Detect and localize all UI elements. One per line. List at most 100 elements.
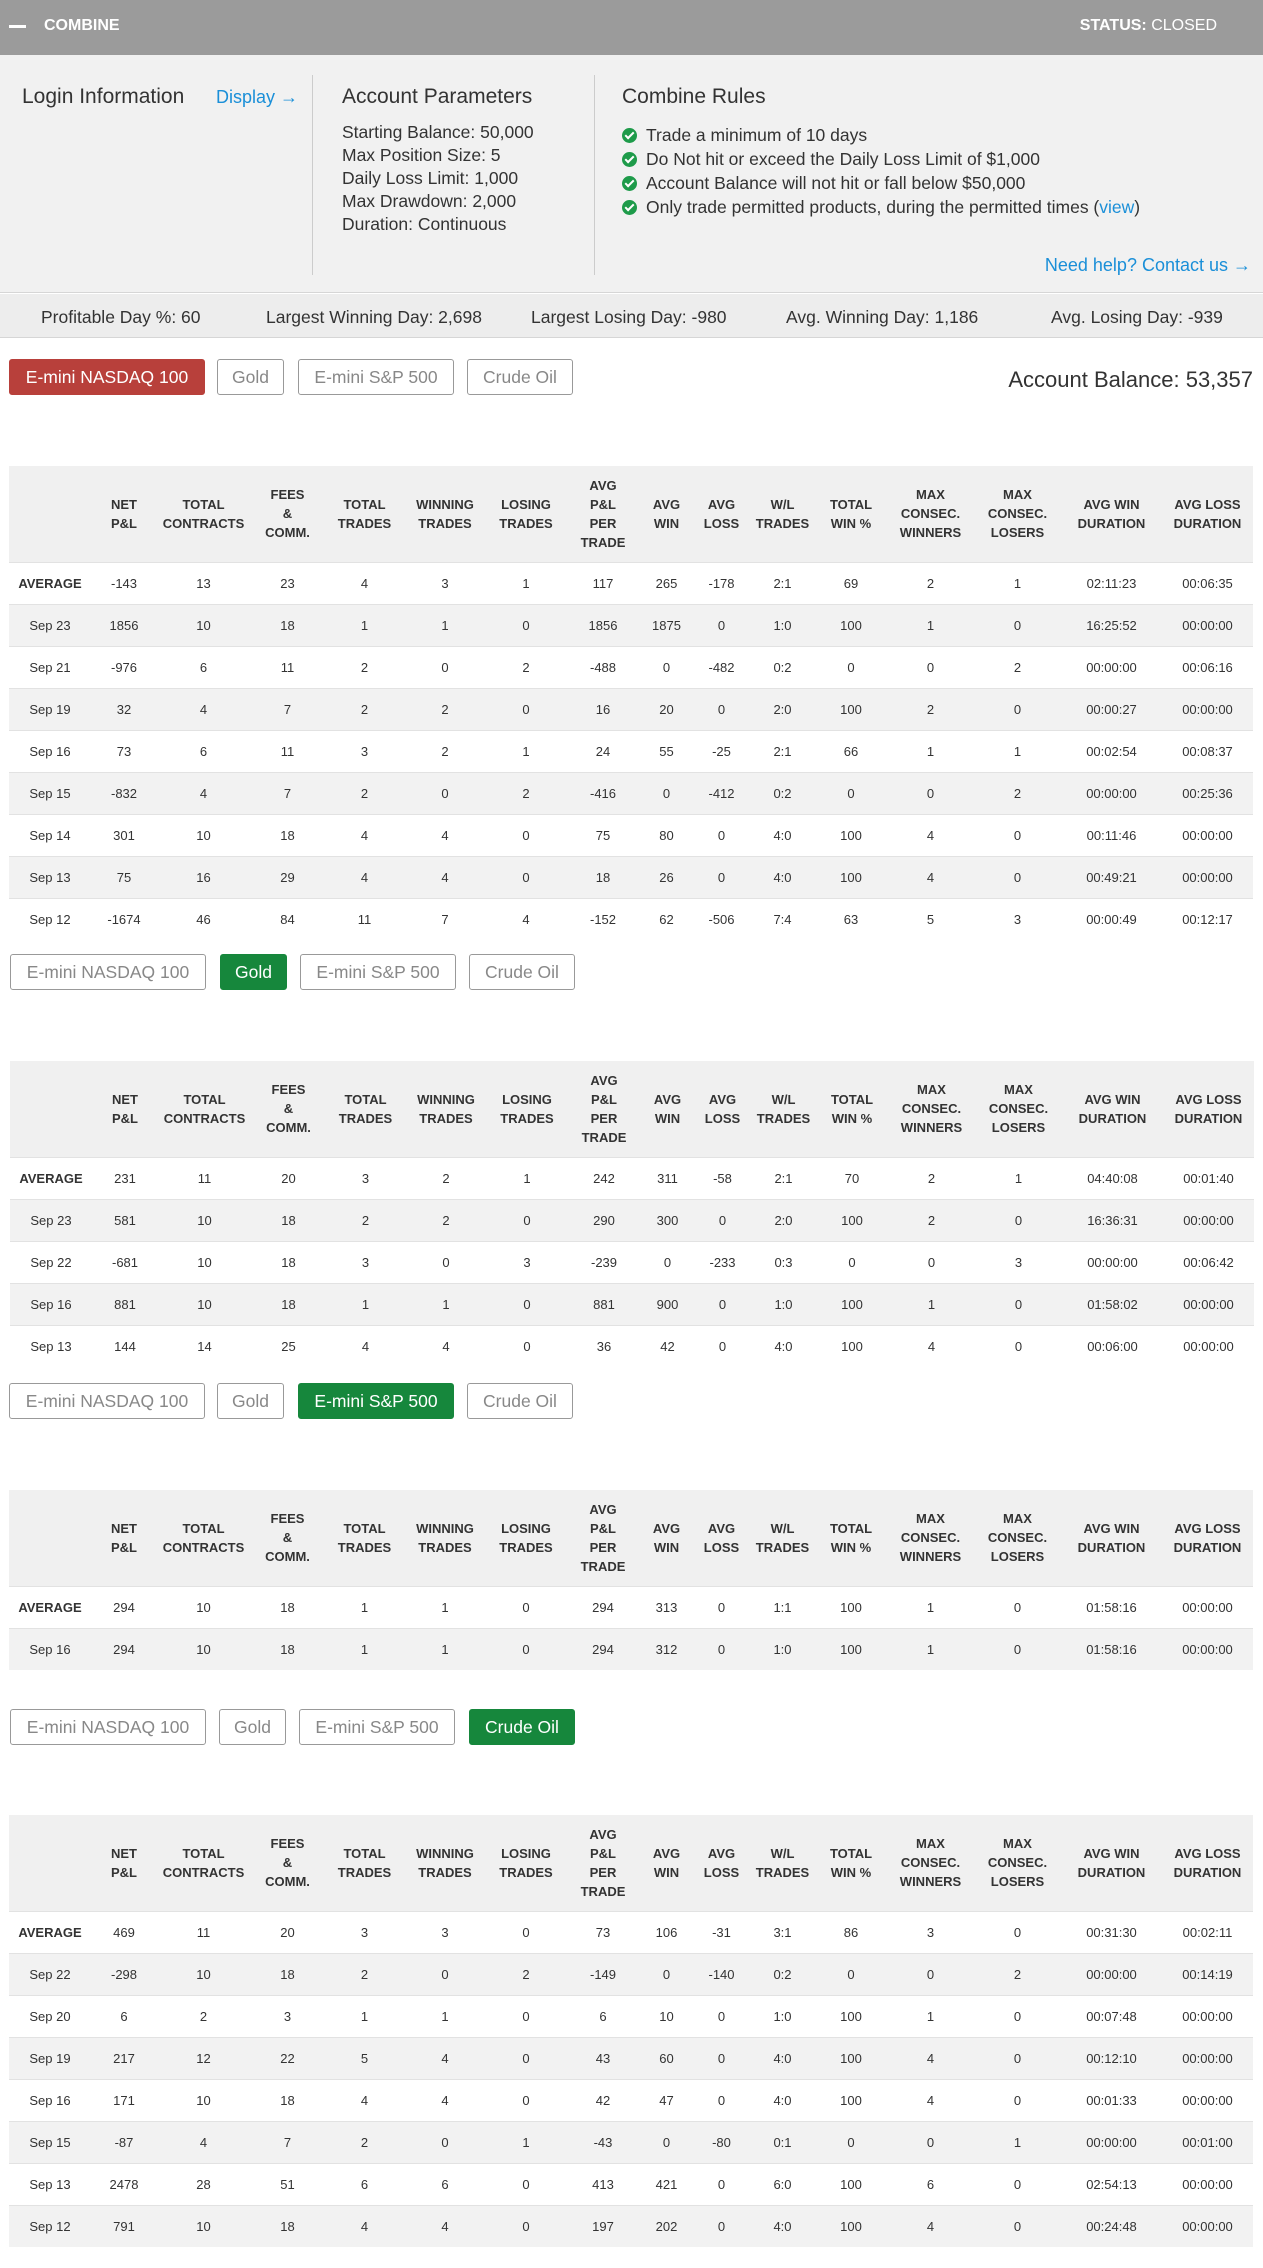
- tab-nasdaq[interactable]: E-mini NASDAQ 100: [9, 1383, 205, 1419]
- cell-total-trades: 6: [325, 2162, 404, 2205]
- cell-fees-comm: 7: [250, 771, 325, 814]
- cell-avg-pnl-per-trade: 18: [566, 855, 640, 898]
- tab-gold[interactable]: Gold: [217, 1383, 284, 1419]
- tab-nasdaq[interactable]: E-mini NASDAQ 100: [10, 954, 206, 990]
- cell-total-contracts: 11: [157, 1910, 250, 1953]
- tab-gold[interactable]: Gold: [220, 954, 287, 990]
- tab-crude-oil[interactable]: Crude Oil: [469, 954, 575, 990]
- cell-total-contracts: 10: [158, 1282, 251, 1325]
- cell-winning-trades: 2: [404, 729, 486, 772]
- cell-total-trades: 1: [325, 603, 404, 646]
- cell-max-consec-winners: 1: [887, 1627, 974, 1670]
- rule-text: Trade a minimum of 10 days: [646, 125, 868, 145]
- cell-winning-trades: 4: [404, 813, 486, 856]
- cell-avg-loss-duration: 00:00:00: [1162, 813, 1253, 856]
- column-header-total-trades: TOTAL TRADES: [325, 1815, 404, 1911]
- param-max-position: Max Position Size: 5: [342, 145, 501, 165]
- cell-losing-trades: 0: [486, 2078, 566, 2121]
- cell-fees-comm: 11: [250, 729, 325, 772]
- column-header-avg-loss-duration: AVG LOSS DURATION: [1162, 1815, 1253, 1911]
- cell-avg-win-duration: 00:00:00: [1061, 771, 1162, 814]
- cell-avg-pnl-per-trade: -149: [566, 1952, 640, 1995]
- cell-net-pnl: -681: [92, 1240, 158, 1283]
- cell-total-win-pct: 100: [815, 1627, 887, 1670]
- cell-max-consec-losers: 0: [975, 1198, 1062, 1241]
- cell-avg-loss-duration: 00:01:00: [1162, 2120, 1253, 2163]
- cell-net-pnl: -832: [91, 771, 157, 814]
- cell-avg-pnl-per-trade: 16: [566, 687, 640, 730]
- rule-item: Trade a minimum of 10 days: [622, 123, 1140, 147]
- tab-crude-oil[interactable]: Crude Oil: [467, 1383, 573, 1419]
- tab-crude-oil[interactable]: Crude Oil: [467, 359, 573, 395]
- cell-max-consec-losers: 0: [974, 813, 1061, 856]
- cell-total-win-pct: 100: [816, 1198, 888, 1241]
- cell-avg-loss: 0: [693, 2204, 750, 2247]
- table-row: Sep 20 6 2 3 1 1 0 6 10 0 1:0 100 1 0 00:07:48 00:00:00: [9, 1994, 1253, 2037]
- tab-sp500[interactable]: E-mini S&P 500: [298, 1383, 454, 1419]
- cell-avg-pnl-per-trade: -152: [566, 897, 640, 940]
- rule-text-end: ): [1134, 197, 1141, 217]
- cell-avg-win-duration: 00:00:49: [1061, 897, 1162, 940]
- cell-wl-trades: 4:0: [750, 2078, 815, 2121]
- cell-avg-win-duration: 01:58:02: [1062, 1282, 1163, 1325]
- column-header-winning-trades: WINNING TRADES: [404, 1815, 486, 1911]
- cell-total-contracts: 46: [157, 897, 250, 940]
- tab-crude-oil[interactable]: Crude Oil: [469, 1709, 575, 1745]
- cell-total-trades: 2: [325, 1952, 404, 1995]
- column-header-fees-comm: FEES & COMM.: [251, 1061, 326, 1157]
- cell-total-win-pct: 70: [816, 1156, 888, 1199]
- cell-avg-loss-duration: 00:00:00: [1162, 855, 1253, 898]
- cell-avg-pnl-per-trade: 117: [566, 561, 640, 604]
- cell-net-pnl: 791: [91, 2204, 157, 2247]
- tab-sp500[interactable]: E-mini S&P 500: [300, 954, 456, 990]
- column-header-avg-pnl-per-trade: AVG P&L PER TRADE: [566, 1490, 640, 1586]
- cell-total-win-pct: 100: [815, 813, 887, 856]
- tab-nasdaq[interactable]: E-mini NASDAQ 100: [9, 359, 205, 395]
- stats-table-gold: NET P&L TOTAL CONTRACTS FEES & COMM. TOTAL TRADE…: [10, 1061, 1254, 1367]
- cell-avg-pnl-per-trade: 6: [566, 1994, 640, 2037]
- cell-total-win-pct: 100: [815, 2078, 887, 2121]
- display-link[interactable]: Display →: [216, 87, 298, 108]
- cell-total-contracts: 10: [157, 603, 250, 646]
- cell-avg-win: 900: [641, 1282, 694, 1325]
- tab-sp500[interactable]: E-mini S&P 500: [299, 1709, 455, 1745]
- table-row: Sep 21 -976 6 11 2 0 2 -488 0 -482 0:2 0 0 2 00:00:00 0…: [9, 645, 1253, 688]
- table-row: Sep 22 -298 10 18 2 0 2 -149 0 -140 0:2 0 0 2 00:00:00…: [9, 1952, 1253, 1995]
- cell-avg-loss-duration: 00:25:36: [1162, 771, 1253, 814]
- cell-total-win-pct: 100: [815, 2162, 887, 2205]
- cell-avg-win-duration: 00:01:33: [1061, 2078, 1162, 2121]
- tab-gold[interactable]: Gold: [219, 1709, 286, 1745]
- cell-total-contracts: 10: [157, 2204, 250, 2247]
- cell-avg-loss-duration: 00:00:00: [1163, 1198, 1254, 1241]
- cell-losing-trades: 2: [486, 645, 566, 688]
- cell-wl-trades: 4:0: [750, 855, 815, 898]
- cell-avg-win: 311: [641, 1156, 694, 1199]
- tab-gold[interactable]: Gold: [217, 359, 284, 395]
- view-link[interactable]: view: [1099, 195, 1134, 219]
- product-tabs: E-mini NASDAQ 100 Gold E-mini S&P 500 Cr…: [0, 359, 700, 395]
- cell-losing-trades: 0: [486, 813, 566, 856]
- collapse-icon[interactable]: [9, 25, 26, 28]
- rule-item: Account Balance will not hit or fall bel…: [622, 171, 1140, 195]
- cell-winning-trades: 2: [404, 687, 486, 730]
- cell-avg-loss-duration: 00:00:00: [1162, 1994, 1253, 2037]
- cell-max-consec-losers: 0: [974, 687, 1061, 730]
- cell-losing-trades: 0: [486, 855, 566, 898]
- cell-total-win-pct: 100: [815, 2036, 887, 2079]
- cell-date: Sep 16: [9, 2078, 91, 2121]
- tab-sp500[interactable]: E-mini S&P 500: [298, 359, 454, 395]
- column-header-max-consec-winners: MAX CONSEC. WINNERS: [887, 1490, 974, 1586]
- check-circle-icon: [622, 151, 637, 167]
- cell-winning-trades: 3: [404, 1910, 486, 1953]
- cell-total-trades: 2: [325, 2120, 404, 2163]
- column-header-avg-win: AVG WIN: [641, 1061, 694, 1157]
- cell-total-contracts: 16: [157, 855, 250, 898]
- cell-avg-win: 55: [640, 729, 693, 772]
- tab-nasdaq[interactable]: E-mini NASDAQ 100: [10, 1709, 206, 1745]
- help-link[interactable]: Need help? Contact us →: [1045, 255, 1251, 276]
- cell-winning-trades: 7: [404, 897, 486, 940]
- cell-wl-trades: 1:0: [750, 603, 815, 646]
- cell-avg-win-duration: 00:00:00: [1061, 645, 1162, 688]
- cell-avg-win: 1875: [640, 603, 693, 646]
- column-header-max-consec-winners: MAX CONSEC. WINNERS: [888, 1061, 975, 1157]
